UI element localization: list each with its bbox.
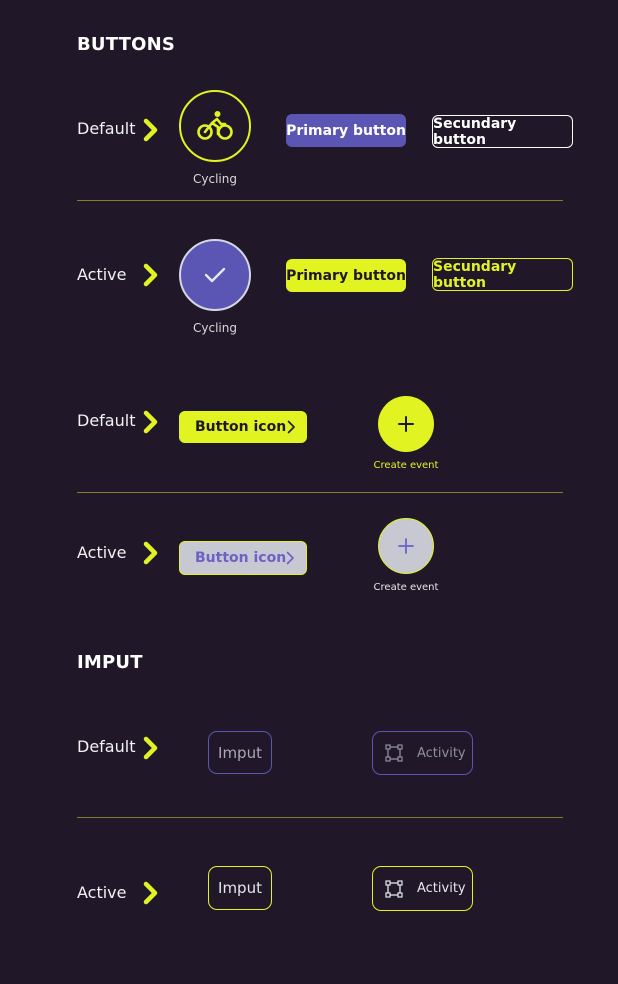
input-field-active[interactable]: Imput xyxy=(208,866,272,910)
input-field[interactable]: Imput xyxy=(208,731,272,774)
cycling-category-button[interactable] xyxy=(179,90,251,162)
state-label-active: Active xyxy=(77,265,127,284)
check-icon xyxy=(204,267,226,283)
create-event-button-active[interactable] xyxy=(378,518,434,574)
create-event-caption: Create event xyxy=(373,582,439,593)
button-icon-label: Button icon xyxy=(195,550,287,566)
bicycle-icon xyxy=(197,111,233,140)
primary-button[interactable]: Primary button xyxy=(286,114,406,147)
state-label-default: Default xyxy=(77,119,136,138)
activity-field-active[interactable]: Activity xyxy=(372,866,473,911)
chevron-right-icon xyxy=(143,736,158,760)
activity-field[interactable]: Activity xyxy=(372,731,473,775)
button-icon[interactable]: Button icon xyxy=(179,411,307,443)
create-event-caption: Create event xyxy=(373,460,439,471)
state-label-default: Default xyxy=(77,737,136,756)
state-label-active: Active xyxy=(77,543,127,562)
chevron-right-icon xyxy=(143,118,158,142)
input-section-title: IMPUT xyxy=(77,652,143,673)
state-label-default: Default xyxy=(77,411,136,430)
create-event-button[interactable] xyxy=(378,396,434,452)
chevron-right-icon xyxy=(143,410,158,434)
divider xyxy=(77,817,563,818)
button-icon-active[interactable]: Button icon xyxy=(179,541,307,575)
plus-icon xyxy=(398,538,414,554)
cycling-caption: Cycling xyxy=(193,172,237,186)
divider xyxy=(77,492,563,493)
activity-label: Activity xyxy=(417,881,466,896)
buttons-section-title: BUTTONS xyxy=(77,34,176,55)
chevron-right-icon xyxy=(287,420,295,434)
select-frame-icon xyxy=(385,744,403,762)
chevron-right-icon xyxy=(143,541,158,565)
chevron-right-icon xyxy=(143,263,158,287)
primary-button-active[interactable]: Primary button xyxy=(286,259,406,292)
activity-label: Activity xyxy=(417,745,466,761)
divider xyxy=(77,200,563,201)
cycling-caption: Cycling xyxy=(193,321,237,335)
plus-icon xyxy=(398,416,414,432)
select-frame-icon xyxy=(385,879,403,898)
cycling-category-button-active[interactable] xyxy=(179,239,251,311)
chevron-right-icon xyxy=(143,881,158,905)
chevron-right-icon xyxy=(286,551,294,565)
state-label-active: Active xyxy=(77,883,127,902)
secondary-button[interactable]: Secundary button xyxy=(432,115,573,148)
button-icon-label: Button icon xyxy=(195,419,287,435)
secondary-button-active[interactable]: Secundary button xyxy=(432,258,573,291)
